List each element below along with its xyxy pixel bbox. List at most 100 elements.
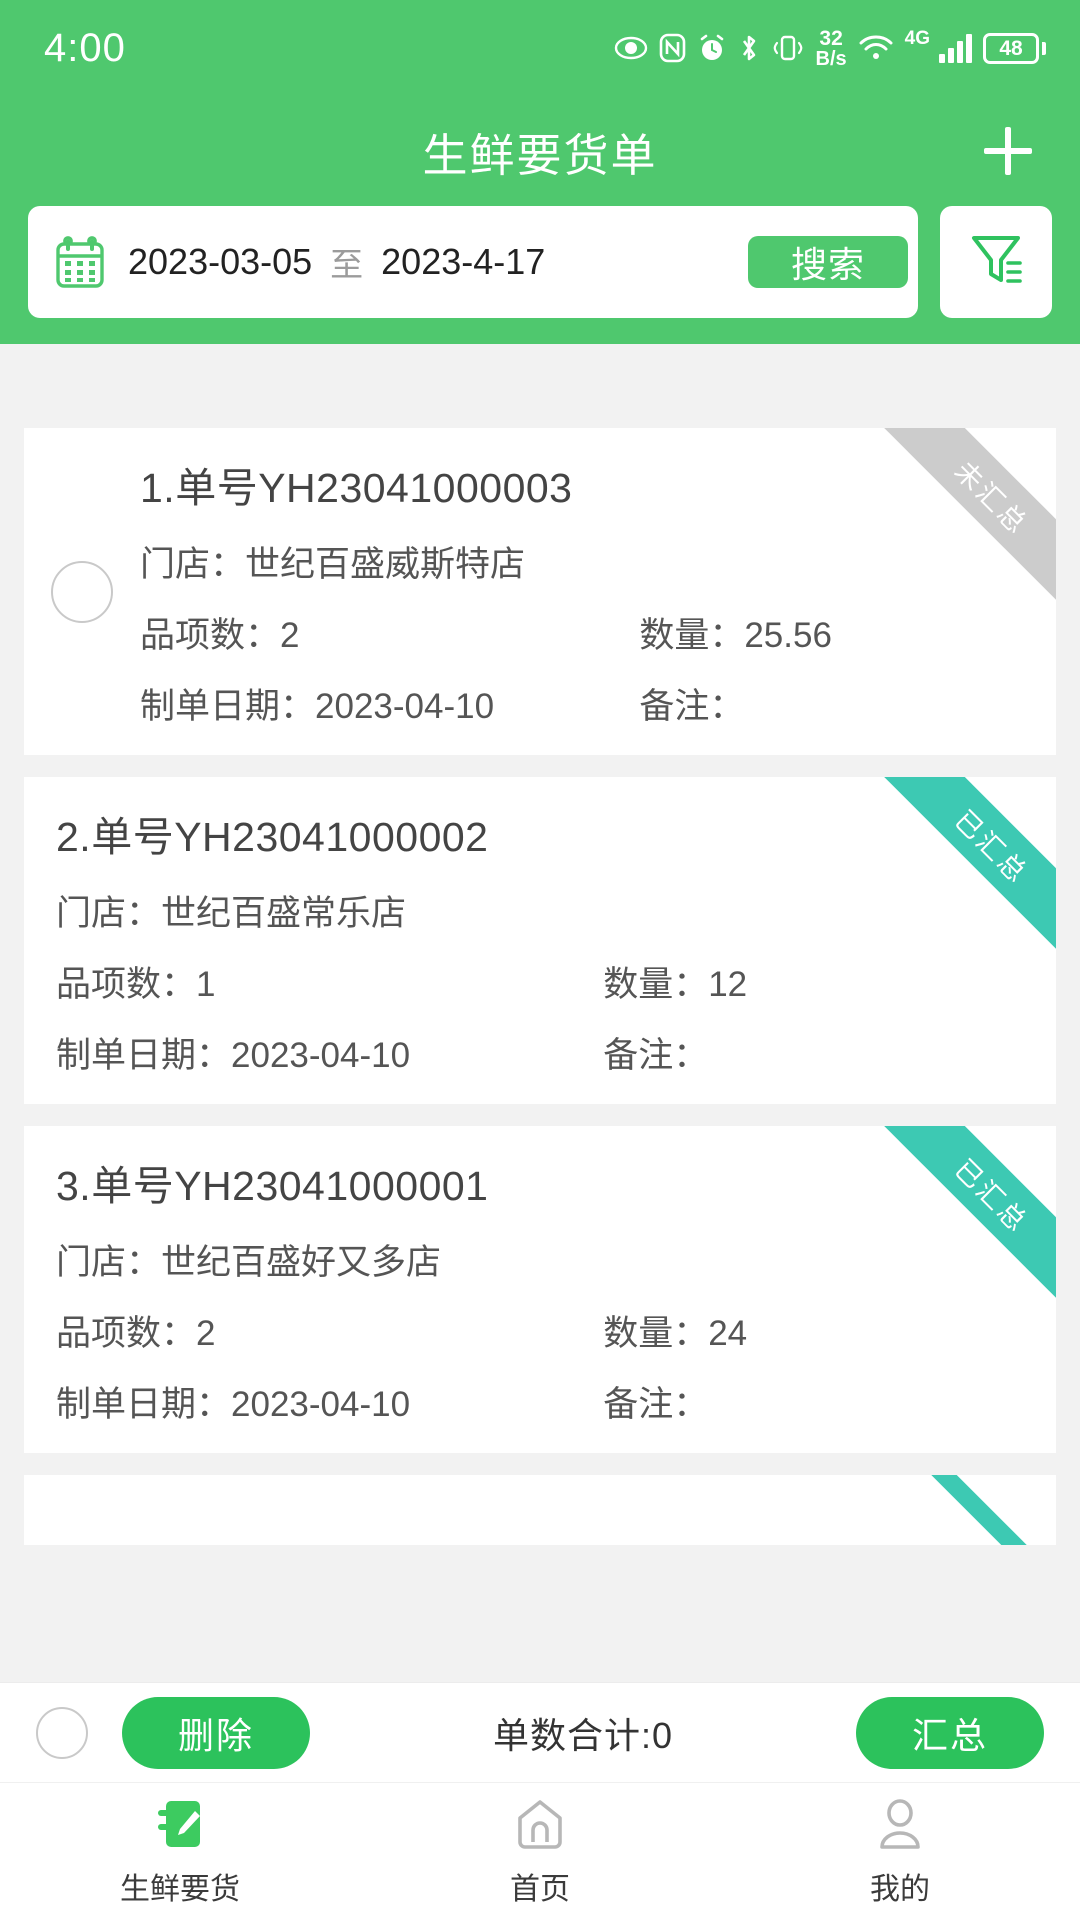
order-select-radio[interactable]	[51, 560, 113, 623]
order-date-label: 制单日期：	[56, 1036, 232, 1075]
network-speed-indicator: 32 B/s	[816, 28, 847, 69]
cellular-signal-icon	[939, 33, 972, 63]
order-date-label: 制单日期：	[56, 1385, 232, 1424]
page-title: 生鲜要货单	[422, 129, 658, 181]
delete-button[interactable]: 删除	[122, 1696, 310, 1769]
order-card-partial[interactable]	[24, 1475, 1056, 1545]
item-count-label: 品项数：	[140, 616, 281, 655]
remark-label: 备注：	[639, 687, 745, 726]
order-date-value: 2023-04-10	[231, 1036, 411, 1075]
order-list[interactable]: 未汇总 1.单号YH23041000003 门店： 世纪百盛威斯特店 品项数：2 …	[0, 406, 1080, 1682]
nav-item-fresh-order[interactable]: 生鲜要货	[0, 1796, 360, 1908]
store-label: 门店：	[56, 894, 162, 933]
app-screen: 4:00 32 B/s 4G 48 生鲜要货单 2023-03-05 至 202…	[0, 0, 1080, 1920]
wifi-icon	[858, 34, 894, 62]
calendar-icon	[54, 235, 106, 289]
item-count-cell: 品项数：2	[140, 607, 639, 658]
vibrate-icon	[771, 33, 805, 63]
order-store-line: 门店： 世纪百盛好又多店	[56, 1234, 1016, 1285]
date-end-field[interactable]: 2023-4-17	[381, 241, 545, 283]
summarize-button[interactable]: 汇总	[856, 1696, 1044, 1769]
status-badge	[866, 1475, 1056, 1545]
order-date-line: 制单日期：2023-04-10 备注：	[140, 678, 1016, 729]
eye-comfort-icon	[614, 35, 648, 61]
notebook-pencil-icon	[154, 1796, 206, 1854]
order-date-line: 制单日期：2023-04-10 备注：	[56, 1376, 1016, 1427]
bottom-nav: 生鲜要货 首页 我的	[0, 1782, 1080, 1920]
cellular-generation-label: 4G	[904, 27, 930, 49]
remark-label: 备注：	[603, 1385, 709, 1424]
network-speed-unit: B/s	[815, 47, 847, 70]
quantity-value: 25.56	[744, 616, 832, 655]
order-date-cell: 制单日期：2023-04-10	[140, 678, 639, 729]
alarm-icon	[697, 33, 727, 63]
title-bar: 生鲜要货单	[0, 96, 1080, 206]
order-card-body: 2.单号YH23041000002 门店： 世纪百盛常乐店 品项数：1 数量：12…	[24, 803, 1056, 1078]
item-count-label: 品项数：	[56, 1314, 197, 1353]
store-label: 门店：	[140, 545, 246, 584]
order-date-cell: 制单日期：2023-04-10	[56, 1027, 603, 1078]
store-label: 门店：	[56, 1243, 162, 1282]
status-icons: 32 B/s 4G 48	[614, 28, 1046, 69]
filter-icon	[968, 230, 1024, 295]
store-value: 世纪百盛好又多店	[161, 1243, 442, 1282]
quantity-cell: 数量：12	[603, 956, 1016, 1007]
quantity-cell: 数量：24	[603, 1305, 1016, 1356]
item-count-value: 1	[196, 965, 216, 1004]
search-button[interactable]: 搜索	[748, 236, 908, 288]
search-row: 2023-03-05 至 2023-4-17 搜索	[0, 206, 1080, 318]
order-date-line: 制单日期：2023-04-10 备注：	[56, 1027, 1016, 1078]
bulk-action-bar: 删除 单数合计:0 汇总	[0, 1682, 1080, 1782]
order-card[interactable]: 已汇总 2.单号YH23041000002 门店： 世纪百盛常乐店 品项数：1 数…	[24, 777, 1056, 1104]
order-date-label: 制单日期：	[140, 687, 316, 726]
order-card[interactable]: 未汇总 1.单号YH23041000003 门店： 世纪百盛威斯特店 品项数：2 …	[24, 428, 1056, 755]
quantity-label: 数量：	[639, 616, 745, 655]
order-date-value: 2023-04-10	[315, 687, 495, 726]
status-time: 4:00	[44, 25, 126, 70]
order-counts-line: 品项数：2 数量：24	[56, 1305, 1016, 1356]
order-number: 3.单号YH23041000001	[56, 1163, 489, 1209]
order-counts-line: 品项数：2 数量：25.56	[140, 607, 1016, 658]
home-icon	[514, 1796, 566, 1854]
order-card-body: 1.单号YH23041000003 门店： 世纪百盛威斯特店 品项数：2 数量：2…	[140, 454, 1056, 729]
order-card-body: 3.单号YH23041000001 门店： 世纪百盛好又多店 品项数：2 数量：2…	[24, 1152, 1056, 1427]
item-count-cell: 品项数：1	[56, 956, 603, 1007]
order-number: 1.单号YH23041000003	[140, 465, 573, 511]
date-separator-label: 至	[330, 246, 364, 283]
quantity-label: 数量：	[603, 1314, 709, 1353]
nav-label: 我的	[870, 1872, 930, 1906]
store-value: 世纪百盛威斯特店	[245, 545, 526, 584]
remark-label: 备注：	[603, 1036, 709, 1075]
order-card[interactable]: 已汇总 3.单号YH23041000001 门店： 世纪百盛好又多店 品项数：2 …	[24, 1126, 1056, 1453]
nav-item-profile[interactable]: 我的	[720, 1796, 1080, 1908]
item-count-value: 2	[196, 1314, 216, 1353]
nav-item-home[interactable]: 首页	[360, 1796, 720, 1908]
remark-cell: 备注：	[639, 678, 1016, 729]
header-block: 4:00 32 B/s 4G 48 生鲜要货单 2023-03-05 至 202…	[0, 0, 1080, 344]
order-store-line: 门店： 世纪百盛威斯特店	[140, 536, 1016, 587]
nav-label: 生鲜要货	[120, 1872, 240, 1906]
date-range-display[interactable]: 2023-03-05 至 2023-4-17	[128, 238, 738, 286]
remark-cell: 备注：	[603, 1027, 1016, 1078]
remark-cell: 备注：	[603, 1376, 1016, 1427]
battery-icon: 48	[983, 32, 1046, 64]
order-counts-line: 品项数：1 数量：12	[56, 956, 1016, 1007]
person-icon	[874, 1796, 926, 1854]
item-count-value: 2	[280, 616, 300, 655]
date-start-field[interactable]: 2023-03-05	[128, 241, 312, 283]
nfc-icon	[659, 33, 686, 63]
quantity-value: 24	[708, 1314, 748, 1353]
item-count-cell: 品项数：2	[56, 1305, 603, 1356]
quantity-label: 数量：	[603, 965, 709, 1004]
select-all-radio[interactable]	[36, 1706, 88, 1759]
battery-percent: 48	[999, 36, 1023, 60]
date-range-search-box[interactable]: 2023-03-05 至 2023-4-17 搜索	[28, 206, 918, 318]
order-select-cell[interactable]	[24, 560, 140, 623]
store-value: 世纪百盛常乐店	[161, 894, 407, 933]
network-speed-value: 32	[819, 26, 843, 50]
status-bar: 4:00 32 B/s 4G 48	[0, 0, 1080, 96]
filter-button[interactable]	[940, 206, 1052, 318]
add-order-button[interactable]	[974, 117, 1042, 185]
order-date-cell: 制单日期：2023-04-10	[56, 1376, 603, 1427]
bluetooth-icon	[738, 32, 760, 64]
